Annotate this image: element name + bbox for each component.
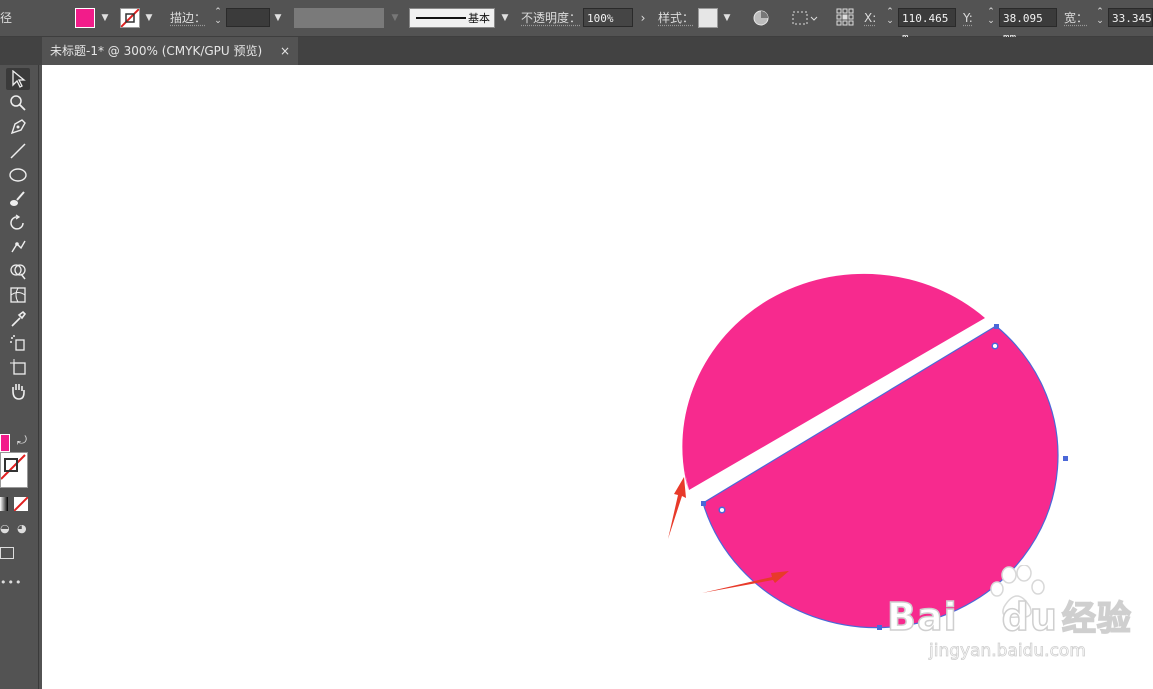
baidu-jingyan-watermark: Bai du 经验 jingyan.baidu.com — [886, 565, 1147, 675]
more-tools-icon[interactable]: ••• — [0, 576, 22, 589]
watermark-url: jingyan.baidu.com — [929, 641, 1087, 662]
ellipse-tool-icon[interactable] — [6, 164, 30, 186]
screen-mode-icon[interactable] — [0, 547, 14, 559]
fill-color-swatch[interactable] — [75, 8, 95, 28]
eyedropper-tool-icon[interactable] — [6, 308, 30, 330]
line-segment-tool-icon[interactable] — [6, 140, 30, 162]
opacity-input[interactable]: 100% — [583, 8, 633, 27]
control-bar: 径 ▼ ▼ 描边： ⌃ ⌄ ▼ ▼ 基本 ▼ 不透明度： 100% › 样式： ▼… — [0, 0, 1153, 44]
mesh-tool-icon[interactable] — [6, 284, 30, 306]
gradient-mode-icon[interactable] — [0, 497, 8, 511]
x-spinner-icon[interactable]: ⌃ ⌄ — [884, 8, 896, 27]
reference-point-icon[interactable] — [836, 8, 854, 26]
close-tab-icon[interactable]: × — [280, 37, 290, 65]
width-input[interactable]: 33.345 — [1108, 8, 1153, 27]
fill-dropdown-chevron-icon[interactable]: ▼ — [98, 0, 112, 36]
symbol-sprayer-tool-icon[interactable] — [6, 332, 30, 354]
variable-width-profile[interactable] — [294, 8, 384, 28]
stroke-dropdown-chevron-icon[interactable]: ▼ — [142, 0, 156, 36]
document-tab[interactable]: 未标题-1* @ 300% (CMYK/GPU 预览) × — [42, 37, 298, 65]
stroke-line-preview — [416, 17, 466, 19]
document-tab-bar: 未标题-1* @ 300% (CMYK/GPU 预览) × — [0, 37, 1153, 65]
artboard-tool-icon[interactable] — [6, 356, 30, 378]
none-mode-icon[interactable] — [14, 497, 28, 511]
x-label: X: — [864, 11, 877, 25]
paintbrush-tool-icon[interactable] — [6, 188, 30, 210]
y-label: Y: — [963, 11, 973, 25]
stroke-weight-label: 描边： — [170, 11, 207, 25]
width-spinner-icon[interactable]: ⌃ ⌄ — [1094, 8, 1106, 27]
watermark-bai: Bai — [886, 594, 958, 640]
pen-tool-icon[interactable] — [6, 116, 30, 138]
draw-inside-icon[interactable]: ◕ — [17, 522, 27, 535]
rotate-tool-icon[interactable] — [6, 212, 30, 234]
graphic-style-swatch[interactable] — [698, 8, 718, 28]
shape-builder-tool-icon[interactable] — [6, 260, 30, 282]
opacity-label: 不透明度： — [521, 11, 582, 25]
align-options-icon[interactable] — [792, 9, 818, 27]
recolor-artwork-icon[interactable] — [752, 9, 770, 27]
stroke-weight-input[interactable] — [226, 8, 270, 27]
x-input[interactable]: 110.465 m — [898, 8, 956, 44]
y-spinner-icon[interactable]: ⌃ ⌄ — [985, 8, 997, 27]
artboard-canvas[interactable]: Bai du 经验 jingyan.baidu.com — [42, 65, 1153, 689]
stroke-none-swatch[interactable] — [120, 8, 140, 28]
swap-fill-stroke-icon[interactable]: ⤾ — [17, 433, 27, 448]
stroke-swatch[interactable] — [0, 452, 28, 488]
stroke-weight-dropdown-chevron-icon[interactable]: ▼ — [271, 0, 285, 36]
anchor-point[interactable] — [1063, 456, 1068, 461]
opacity-expand-chevron-icon[interactable]: › — [636, 0, 650, 36]
drawing-mode-icon[interactable]: ◒ — [0, 522, 10, 535]
anchor-point[interactable] — [994, 324, 999, 329]
selection-tool-icon[interactable] — [6, 68, 30, 90]
brush-definition-dropdown[interactable]: 基本 — [409, 8, 495, 28]
magic-wand-tool-icon[interactable] — [6, 92, 30, 114]
stroke-none-icon — [121, 9, 139, 27]
graphic-style-chevron-icon[interactable]: ▼ — [720, 0, 734, 36]
watermark-du: du — [1001, 594, 1058, 640]
brush-definition-chevron-icon[interactable]: ▼ — [498, 0, 512, 36]
variable-width-chevron-icon[interactable]: ▼ — [388, 0, 402, 36]
stroke-weight-spinner-icon[interactable]: ⌃ ⌄ — [212, 8, 224, 27]
brush-definition-label: 基本 — [468, 12, 490, 25]
width-label: 宽： — [1064, 11, 1089, 25]
style-label: 样式： — [658, 11, 695, 25]
puppet-warp-tool-icon[interactable] — [6, 236, 30, 258]
corner-widget[interactable] — [991, 342, 999, 350]
anchor-point[interactable] — [877, 625, 882, 630]
tools-panel: ⤾ ◒ ◕ ••• — [0, 65, 39, 689]
corner-widget[interactable] — [718, 506, 726, 514]
anchor-point[interactable] — [701, 501, 706, 506]
document-tab-title: 未标题-1* @ 300% (CMYK/GPU 预览) — [50, 44, 263, 58]
hand-tool-icon[interactable] — [6, 380, 30, 402]
y-input[interactable]: 38.095 mm — [999, 8, 1057, 44]
watermark-jingyan: 经验 — [1061, 598, 1132, 640]
annotation-arrow-up — [668, 477, 686, 539]
panel-label-cut: 径 — [0, 11, 13, 25]
fill-swatch[interactable] — [0, 434, 10, 452]
